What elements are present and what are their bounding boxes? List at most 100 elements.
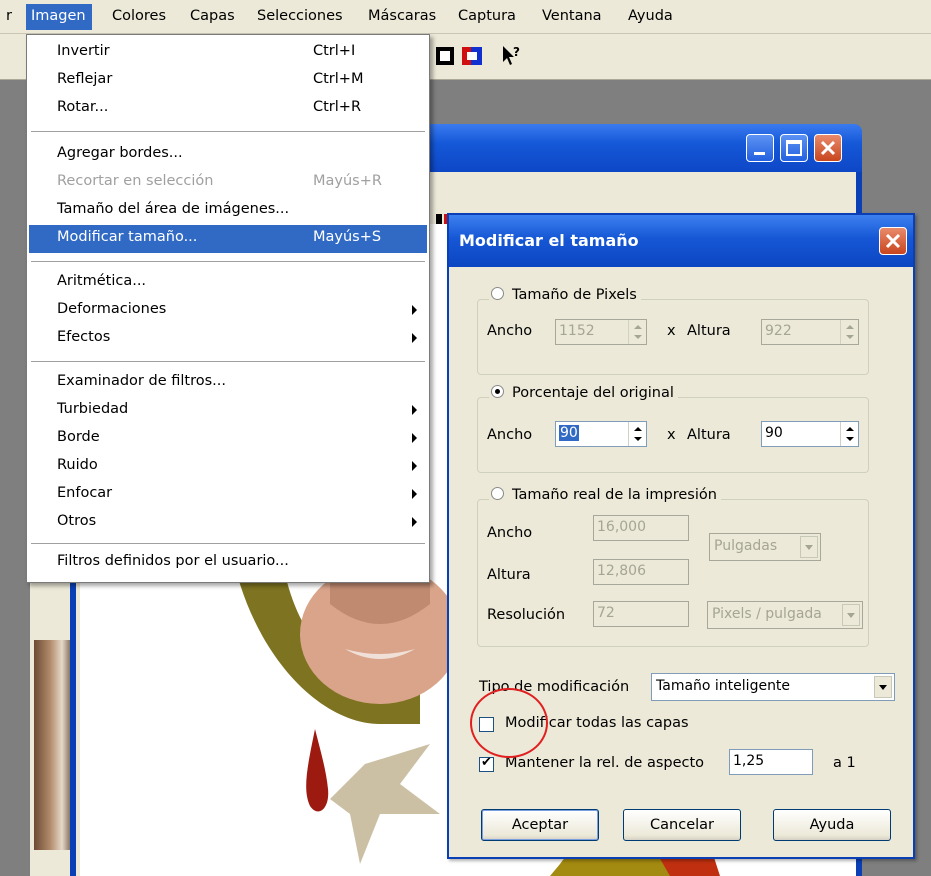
menu-item-recortar-seleccion: Recortar en selección Mayús+R [29, 169, 427, 197]
menu-capas[interactable]: Capas [190, 8, 235, 24]
menu-item-reflejar[interactable]: Reflejar Ctrl+M [29, 67, 427, 95]
percent-height-spinner[interactable]: 90 [761, 421, 859, 447]
close-icon[interactable] [879, 227, 907, 255]
percent-radio[interactable]: Porcentaje del original [489, 385, 678, 401]
print-width-label: Ancho [487, 525, 533, 541]
menu-item-enfocar[interactable]: Enfocar [29, 481, 427, 509]
percent-height-label: Altura [687, 427, 731, 443]
menu-item-invertir[interactable]: Invertir Ctrl+I [29, 39, 427, 67]
menu-item-label: Modificar tamaño... [57, 229, 198, 245]
pixel-height-value: 922 [765, 323, 792, 339]
menu-imagen[interactable]: Imagen [26, 4, 92, 30]
menu-item-efectos[interactable]: Efectos [29, 325, 427, 353]
menu-item-label: Filtros definidos por el usuario... [57, 553, 289, 569]
percent-width-spinner[interactable]: 90 [555, 421, 647, 447]
menu-item-shortcut: Mayús+S [313, 229, 382, 245]
submenu-arrow-icon [412, 489, 417, 499]
menu-mascaras[interactable]: Máscaras [368, 8, 436, 24]
menu-item-deformaciones[interactable]: Deformaciones [29, 297, 427, 325]
submenu-arrow-icon [412, 461, 417, 471]
menu-item-label: Efectos [57, 329, 111, 345]
keep-aspect-label: Mantener la rel. de aspecto [505, 755, 705, 771]
print-units-select[interactable]: Pulgadas [709, 533, 821, 561]
times-label: x [667, 323, 676, 339]
annotation-circle [470, 688, 548, 758]
chevron-down-icon[interactable] [842, 604, 860, 626]
menu-item-shortcut: Ctrl+R [313, 99, 362, 115]
pixel-height-spinner[interactable]: 922 [761, 319, 859, 345]
percent-height-value: 90 [765, 425, 783, 441]
menu-item-label: Enfocar [57, 485, 113, 501]
spinner-arrows-icon[interactable] [840, 320, 858, 344]
menu-selecciones[interactable]: Selecciones [257, 8, 343, 24]
pixel-height-label: Altura [687, 323, 731, 339]
menu-item-borde[interactable]: Borde [29, 425, 427, 453]
submenu-arrow-icon [412, 305, 417, 315]
resolution-field[interactable]: 72 [593, 601, 689, 627]
resolution-value: 72 [597, 605, 615, 621]
radio-icon [491, 487, 504, 500]
menu-item-label: Examinador de filtros... [57, 373, 226, 389]
menu-item-label: Otros [57, 513, 97, 529]
resolution-units-value: Pixels / pulgada [712, 606, 822, 622]
menu-separator [31, 261, 425, 263]
menu-item-tamano-area[interactable]: Tamaño del área de imágenes... [29, 197, 427, 225]
aspect-ratio-field[interactable]: 1,25 [729, 749, 813, 775]
spinner-arrows-icon[interactable] [840, 422, 858, 446]
keep-aspect-checkbox[interactable] [479, 755, 494, 772]
dialog-title: Modificar el tamaño [459, 231, 639, 250]
menu-item-ruido[interactable]: Ruido [29, 453, 427, 481]
menu-item-rotar[interactable]: Rotar... Ctrl+R [29, 95, 427, 123]
menu-ventana[interactable]: Ventana [542, 8, 602, 24]
print-size-radio[interactable]: Tamaño real de la impresión [489, 487, 721, 503]
menu-item-partial[interactable]: r [6, 8, 12, 24]
print-width-value: 16,000 [597, 519, 646, 535]
menu-separator [31, 361, 425, 363]
menu-item-filtros-usuario[interactable]: Filtros definidos por el usuario... [29, 549, 427, 577]
question-arrow-icon[interactable]: ? [500, 44, 524, 68]
pixel-size-label: Tamaño de Pixels [512, 287, 637, 303]
maximize-icon[interactable] [780, 134, 808, 162]
aspect-ratio-value: 1,25 [733, 753, 765, 769]
menu-item-agregar-bordes[interactable]: Agregar bordes... [29, 141, 427, 169]
chevron-down-icon[interactable] [800, 536, 818, 558]
print-width-field[interactable]: 16,000 [593, 515, 689, 541]
pixel-width-label: Ancho [487, 323, 533, 339]
submenu-arrow-icon [412, 405, 417, 415]
submenu-arrow-icon [412, 517, 417, 527]
close-icon[interactable] [814, 134, 842, 162]
spinner-arrows-icon[interactable] [628, 422, 646, 446]
pixel-width-spinner[interactable]: 1152 [555, 319, 647, 345]
spinner-arrows-icon[interactable] [628, 320, 646, 344]
menu-item-otros[interactable]: Otros [29, 509, 427, 537]
print-height-label: Altura [487, 567, 531, 583]
menu-item-examinador-filtros[interactable]: Examinador de filtros... [29, 369, 427, 397]
menu-item-aritmetica[interactable]: Aritmética... [29, 269, 427, 297]
menu-separator [31, 131, 425, 133]
pixel-width-value: 1152 [559, 323, 595, 339]
ok-button[interactable]: Aceptar [481, 809, 599, 841]
menu-item-modificar-tamano[interactable]: Modificar tamaño... Mayús+S [29, 225, 427, 253]
menu-ayuda[interactable]: Ayuda [628, 8, 673, 24]
print-units-value: Pulgadas [714, 538, 778, 554]
help-button[interactable]: Ayuda [773, 809, 891, 841]
menu-item-shortcut: Ctrl+M [313, 71, 364, 87]
menu-captura[interactable]: Captura [458, 8, 516, 24]
resize-dialog: Modificar el tamaño Tamaño de Pixels Anc… [447, 213, 915, 859]
cancel-button[interactable]: Cancelar [623, 809, 741, 841]
svg-text:?: ? [513, 45, 520, 59]
pixel-size-radio[interactable]: Tamaño de Pixels [489, 287, 641, 303]
chevron-down-icon[interactable] [874, 676, 892, 698]
menu-colores[interactable]: Colores [112, 8, 166, 24]
menu-item-turbiedad[interactable]: Turbiedad [29, 397, 427, 425]
color-channel-icon[interactable] [460, 44, 484, 68]
print-height-field[interactable]: 12,806 [593, 559, 689, 585]
resize-type-select[interactable]: Tamaño inteligente [651, 673, 895, 701]
dialog-titlebar[interactable]: Modificar el tamaño [449, 215, 913, 267]
resolution-units-select[interactable]: Pixels / pulgada [707, 601, 863, 629]
submenu-arrow-icon [412, 433, 417, 443]
minimize-icon[interactable] [746, 134, 774, 162]
imagen-menu: Invertir Ctrl+I Reflejar Ctrl+M Rotar...… [26, 34, 430, 583]
image-mode-icon[interactable] [434, 44, 458, 68]
menu-item-label: Recortar en selección [57, 173, 214, 189]
